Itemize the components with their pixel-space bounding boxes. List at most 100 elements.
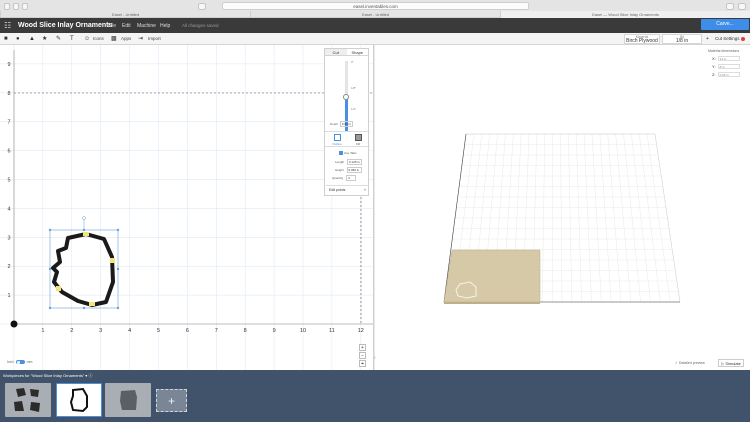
x-tick-label: 7 [215, 328, 218, 334]
icons-icon[interactable]: ☺ [84, 35, 90, 43]
pen-icon[interactable]: ✎ [56, 35, 61, 43]
import-icon[interactable]: ⇥ [138, 35, 143, 43]
dim-x-input[interactable]: 12 in [717, 56, 740, 61]
x-tick-label: 11 [329, 328, 335, 334]
zoom-out-button[interactable]: − [359, 352, 366, 359]
tab-shape[interactable]: Shape [347, 49, 369, 55]
depth-slider-handle[interactable] [343, 94, 349, 101]
tab-quantity-input[interactable]: 4 [346, 175, 357, 181]
y-tick-label: 3 [7, 235, 10, 241]
cut-settings-button[interactable]: Cut Settings [715, 36, 745, 41]
preview-canvas[interactable] [375, 45, 750, 370]
material-dimensions-label: Material dimensions [708, 49, 740, 53]
triangle-icon[interactable]: ▲ [29, 35, 35, 43]
add-workpiece-button[interactable]: + [156, 389, 187, 412]
sidebar-toggle-button[interactable] [4, 3, 10, 10]
fit-view-button[interactable]: ⌖ [359, 360, 366, 367]
workpieces-title[interactable]: Workpieces for "Wood Slice Inlay Ornamen… [3, 373, 92, 379]
preview-svg [443, 133, 681, 304]
browser-tab-active[interactable]: Easel — Wood Slice Inlay Ornaments [500, 11, 750, 18]
toolbar: ■ ● ▲ ★ ✎ T ☺ Icons ▩ Apps ⇥ Import Mate… [0, 33, 750, 45]
simulate-button[interactable]: ▷ Simulate [718, 359, 744, 367]
back-button[interactable] [13, 3, 19, 10]
fill-label: Fill [356, 142, 360, 146]
forward-button[interactable] [22, 3, 28, 10]
units-toggle[interactable] [15, 360, 25, 365]
dim-y-input[interactable]: 8 in [717, 64, 740, 69]
fill-option[interactable]: Fill [348, 134, 368, 146]
y-tick-label: 1 [7, 293, 10, 299]
browser-tab[interactable]: Easel - Untitled [0, 11, 250, 18]
cut-panel: Cut Shape 0" 1/8" 1/4" Depth 0.07 in Out… [324, 48, 370, 196]
bit-value: 1/8 in [675, 38, 689, 44]
use-tabs-row[interactable]: Use Tabs [339, 151, 357, 156]
depth-label: Depth [330, 122, 339, 126]
icons-label[interactable]: Icons [93, 35, 104, 43]
square-icon[interactable]: ■ [4, 35, 8, 43]
alert-dot-icon [740, 36, 745, 41]
easel-logo-icon[interactable]: ☷ [4, 21, 13, 30]
tab-cut[interactable]: Cut [325, 49, 347, 55]
menu-help[interactable]: Help [160, 22, 170, 30]
shield-icon[interactable] [198, 3, 206, 10]
ornament-shape[interactable] [51, 232, 115, 307]
outline-option[interactable]: Outline [327, 134, 347, 146]
material-selector[interactable]: Material Birch Plywood [624, 34, 660, 44]
units-inch-label: Inch [7, 360, 14, 364]
depth-tick: 1/8" [351, 86, 357, 90]
carve-button[interactable]: Carve... [701, 19, 749, 30]
star-icon[interactable]: ★ [42, 35, 47, 43]
tab-length-input[interactable]: 0.125 in [347, 159, 363, 165]
circle-icon[interactable]: ● [16, 35, 20, 43]
menu-machine[interactable]: Machine [137, 22, 156, 30]
menu-edit[interactable]: Edit [122, 22, 131, 30]
x-tick-label: 12 [358, 328, 364, 334]
use-tabs-label: Use Tabs [344, 151, 357, 155]
project-title[interactable]: Wood Slice Inlay Ornaments [18, 21, 112, 30]
edit-points-button[interactable]: Edit points ⌖ [326, 185, 369, 193]
x-tick-label: 8 [244, 328, 247, 334]
y-tick-label: 2 [7, 264, 10, 270]
y-tick-label: 5 [7, 178, 10, 184]
help-icon: ⓘ [88, 373, 93, 378]
y-tick-label: 4 [7, 206, 10, 212]
address-bar[interactable]: easel.inventables.com [222, 2, 529, 10]
workpiece-thumbnail[interactable] [105, 383, 151, 417]
cut-type-options: Outline Fill [325, 131, 370, 147]
workpiece-thumbnail-active[interactable] [56, 383, 102, 417]
tabs-button[interactable] [738, 3, 746, 10]
edit-points-label: Edit points [329, 188, 346, 192]
share-button[interactable] [726, 3, 734, 10]
x-tick-label: 4 [128, 328, 131, 334]
apps-label[interactable]: Apps [121, 35, 131, 43]
depth-input[interactable]: 0.07 in [339, 121, 353, 127]
bit-selector[interactable]: Bit 1/8 in [662, 34, 702, 44]
simulate-label: Simulate [725, 361, 741, 366]
panel-collapse-icon[interactable]: ‹ [374, 355, 379, 365]
zoom-in-button[interactable]: + [359, 344, 366, 351]
dim-axis: Z: [712, 72, 716, 77]
design-canvas[interactable]: 1 2 3 4 5 6 7 8 9 10 11 12 1 2 3 4 5 6 7 8 9 + − ⌖ [0, 45, 374, 370]
browser-tab[interactable]: Easel - Untitled [250, 11, 500, 18]
dim-row-x: X: 12 in [712, 56, 740, 61]
dim-z-input[interactable]: 0.53 in [717, 72, 740, 77]
apps-icon[interactable]: ▩ [111, 35, 117, 43]
detailed-preview-label: Detailed preview [678, 361, 705, 365]
menu-file[interactable]: File [108, 22, 116, 30]
add-bit-icon[interactable]: + [706, 35, 709, 43]
plus-icon: + [167, 394, 175, 408]
workpiece-thumbnail[interactable] [5, 383, 51, 417]
y-tick-label: 7 [7, 120, 10, 126]
import-label[interactable]: Import [148, 35, 161, 43]
fill-icon [354, 134, 362, 141]
tab-height-input[interactable]: 0.050 in [346, 167, 362, 173]
units-toggle-row: Inch mm [7, 360, 32, 365]
text-icon[interactable]: T [70, 35, 74, 43]
dim-row-z: Z: 0.53 in [712, 72, 740, 77]
rotate-handle[interactable] [82, 216, 86, 220]
detailed-preview-toggle[interactable]: ✓ Detailed preview [675, 361, 705, 365]
tab-height-row: Height 0.050 in [335, 167, 362, 173]
use-tabs-checkbox[interactable] [339, 151, 343, 156]
y-tick-label: 6 [7, 149, 10, 155]
x-tick-label: 1 [41, 328, 44, 334]
